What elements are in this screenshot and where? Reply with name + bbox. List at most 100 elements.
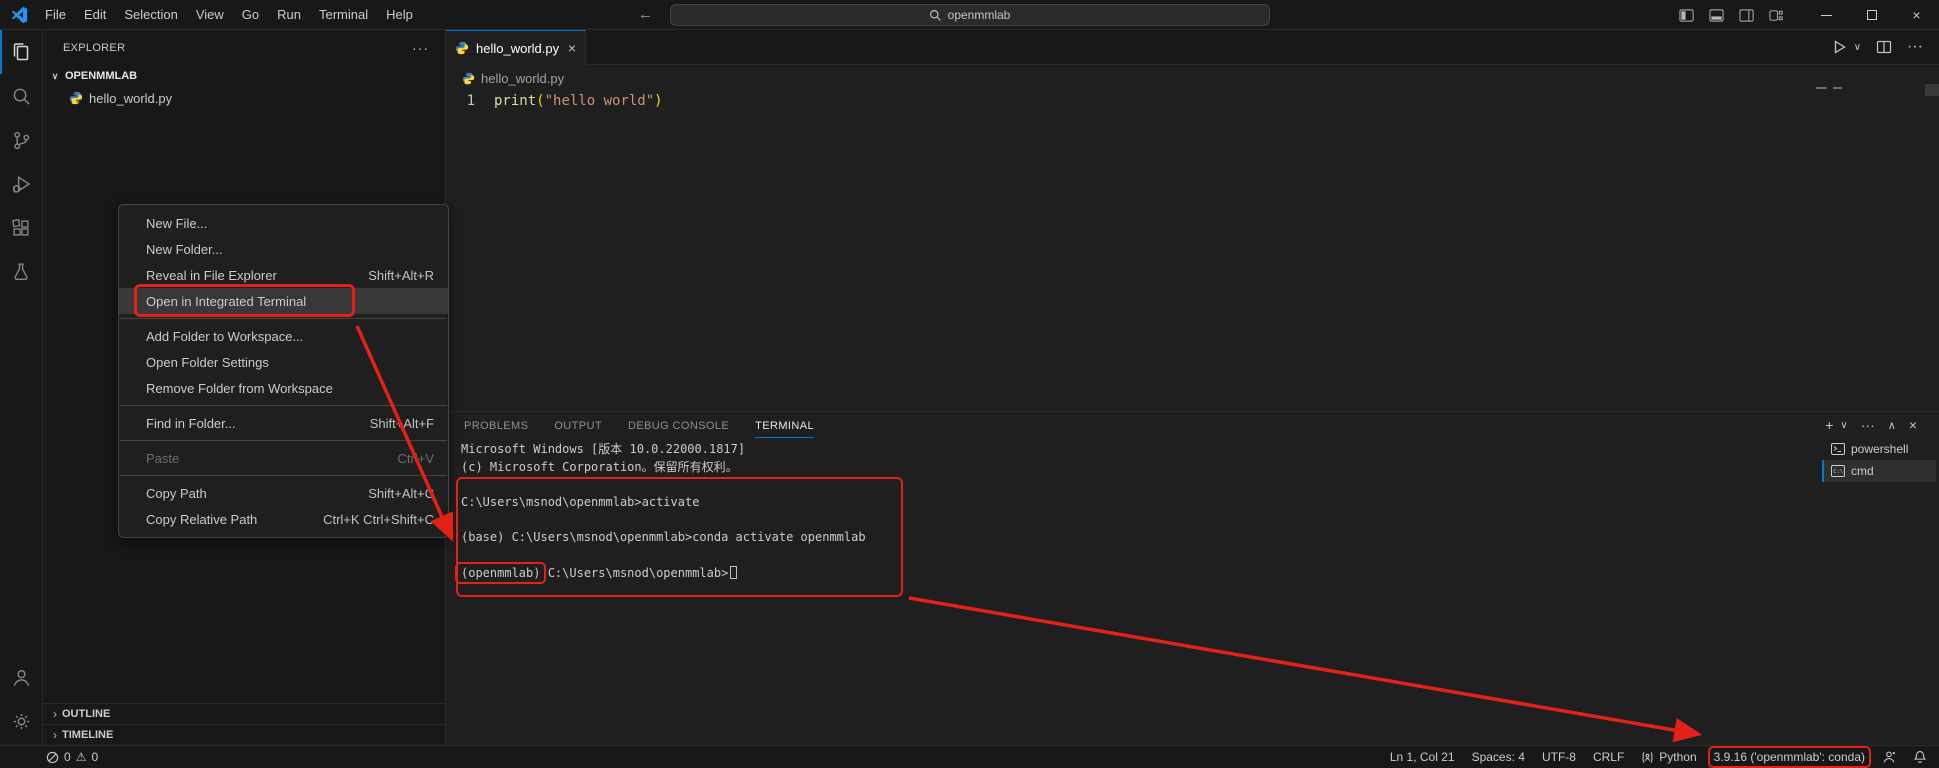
powershell-terminal-icon [1831,443,1845,455]
terminal-line [461,512,866,530]
menu-item-remove-folder-from-workspace[interactable]: Remove Folder from Workspace [119,375,448,401]
toggle-secondary-sidebar-icon[interactable] [1739,8,1754,23]
menu-run[interactable]: Run [268,0,310,29]
activity-search-button[interactable] [0,74,42,118]
run-file-icon[interactable] [1831,39,1847,55]
menu-item-new-folder[interactable]: New Folder... [119,236,448,262]
warnings-icon: ⚠ [76,750,87,764]
file-row-hello-world[interactable]: hello_world.py [43,87,445,109]
editor-group: hello_world.py × ∨ ··· hello_world.py 1 … [446,30,1939,411]
menu-item-copy-path[interactable]: Copy PathShift+Alt+C [119,480,448,506]
eol-status[interactable]: CRLF [1593,750,1624,764]
encoding-status[interactable]: UTF-8 [1542,750,1576,764]
editor-scrollbar[interactable] [1925,84,1939,96]
outline-section-header[interactable]: › OUTLINE [43,703,445,724]
terminal-line [461,547,866,565]
terminal-output[interactable]: Microsoft Windows [版本 10.0.22000.1817] (… [461,441,866,583]
new-terminal-icon[interactable]: + [1825,417,1833,433]
activity-extensions-button[interactable] [0,206,42,250]
terminal-item-powershell[interactable]: powershell [1822,438,1936,460]
menu-item-paste: PasteCtrl+V [119,445,448,471]
tab-problems-label: PROBLEMS [464,420,528,432]
menu-help[interactable]: Help [377,0,422,29]
settings-gear-button[interactable] [0,699,42,743]
menu-item-reveal-in-file-explorer[interactable]: Reveal in File ExplorerShift+Alt+R [119,262,448,288]
tab-debug-console[interactable]: DEBUG CONSOLE [628,414,729,438]
split-editor-icon[interactable] [1876,39,1892,55]
menu-item-label: Open in Integrated Terminal [146,294,306,309]
maximize-panel-icon[interactable]: ∧ [1888,419,1896,432]
explorer-context-menu: New File... New Folder... Reveal in File… [118,204,449,538]
feedback-icon[interactable] [1882,750,1896,764]
python-interpreter-status[interactable]: 3.9.16 ('openmmlab': conda) [1714,750,1865,764]
maximize-button[interactable] [1849,0,1894,30]
language-status[interactable]: Python [1641,750,1696,764]
toggle-panel-icon[interactable] [1709,8,1724,23]
activity-explorer-button[interactable] [0,30,42,74]
toggle-sidebar-icon[interactable] [1679,8,1694,23]
indentation-status[interactable]: Spaces: 4 [1472,750,1525,764]
minimize-icon [1821,15,1832,16]
menu-item-copy-relative-path[interactable]: Copy Relative PathCtrl+K Ctrl+Shift+C [119,506,448,532]
chevron-right-icon: › [53,707,57,721]
terminal-name: powershell [1851,442,1908,456]
close-window-button[interactable]: × [1894,0,1939,30]
back-icon[interactable]: ← [638,0,653,29]
cursor-position-status[interactable]: Ln 1, Col 21 [1390,750,1455,764]
menu-item-open-folder-settings[interactable]: Open Folder Settings [119,349,448,375]
menu-item-open-in-integrated-terminal[interactable]: Open in Integrated Terminal [119,288,448,314]
bottom-panel: PROBLEMS OUTPUT DEBUG CONSOLE TERMINAL +… [446,411,1939,745]
tab-hello-world[interactable]: hello_world.py × [446,30,586,65]
menu-item-new-file[interactable]: New File... [119,210,448,236]
status-right: Ln 1, Col 21 Spaces: 4 UTF-8 CRLF Python… [1390,750,1927,764]
menu-file[interactable]: File [36,0,75,29]
menu-selection[interactable]: Selection [115,0,186,29]
menu-terminal[interactable]: Terminal [310,0,377,29]
token-close-paren: ) [654,93,662,109]
activity-bar-bottom [0,655,42,743]
menu-item-find-in-folder[interactable]: Find in Folder...Shift+Alt+F [119,410,448,436]
language-status-icon [1641,751,1654,764]
menubar: File Edit Selection View Go Run Terminal… [36,0,422,29]
breadcrumb[interactable]: hello_world.py [446,65,1939,91]
close-icon: × [1912,7,1920,23]
menu-edit[interactable]: Edit [75,0,115,29]
code-line-1: 1 print("hello world") [446,91,1939,110]
editor-more-actions-icon[interactable]: ··· [1907,38,1923,56]
terminal-profile-chevron-icon[interactable]: ∨ [1840,420,1847,431]
command-center-search[interactable]: openmmlab [670,4,1270,26]
menu-view[interactable]: View [187,0,233,29]
problems-status[interactable]: 0 ⚠ 0 [46,750,98,764]
menu-item-shortcut: Ctrl+K Ctrl+Shift+C [323,512,434,527]
python-file-icon [69,91,83,105]
menu-item-add-folder-to-workspace[interactable]: Add Folder to Workspace... [119,323,448,349]
run-dropdown-chevron-icon[interactable]: ∨ [1854,42,1861,53]
menu-item-label: Paste [146,451,179,466]
account-button[interactable] [0,655,42,699]
workspace-folder-row[interactable]: ∨ OPENMMLAB [43,65,445,87]
menu-item-label: Remove Folder from Workspace [146,381,333,396]
minimize-button[interactable] [1804,0,1849,30]
customize-layout-icon[interactable] [1769,8,1784,23]
interpreter-label: 3.9.16 ('openmmlab': conda) [1714,750,1865,764]
activity-testing-button[interactable] [0,250,42,294]
code-text: print("hello world") [494,93,663,109]
tab-close-icon[interactable]: × [568,40,576,56]
menu-item-label: Open Folder Settings [146,355,269,370]
menu-go[interactable]: Go [233,0,268,29]
terminal-item-cmd[interactable]: C:\ cmd [1822,460,1936,482]
close-panel-icon[interactable]: × [1909,417,1917,433]
tab-problems[interactable]: PROBLEMS [464,414,528,438]
menu-item-label: Copy Path [146,486,207,501]
tab-terminal[interactable]: TERMINAL [755,414,814,438]
tab-output[interactable]: OUTPUT [554,414,602,438]
terminal-cursor [730,566,737,579]
code-editor[interactable]: 1 print("hello world") [446,91,1939,110]
notifications-bell-icon[interactable] [1913,750,1927,764]
activity-run-debug-button[interactable] [0,162,42,206]
activity-source-control-button[interactable] [0,118,42,162]
timeline-section-header[interactable]: › TIMELINE [43,724,445,745]
explorer-more-actions-icon[interactable]: ··· [412,40,429,56]
panel-more-actions-icon[interactable]: ··· [1861,417,1875,433]
menu-separator [120,475,447,476]
